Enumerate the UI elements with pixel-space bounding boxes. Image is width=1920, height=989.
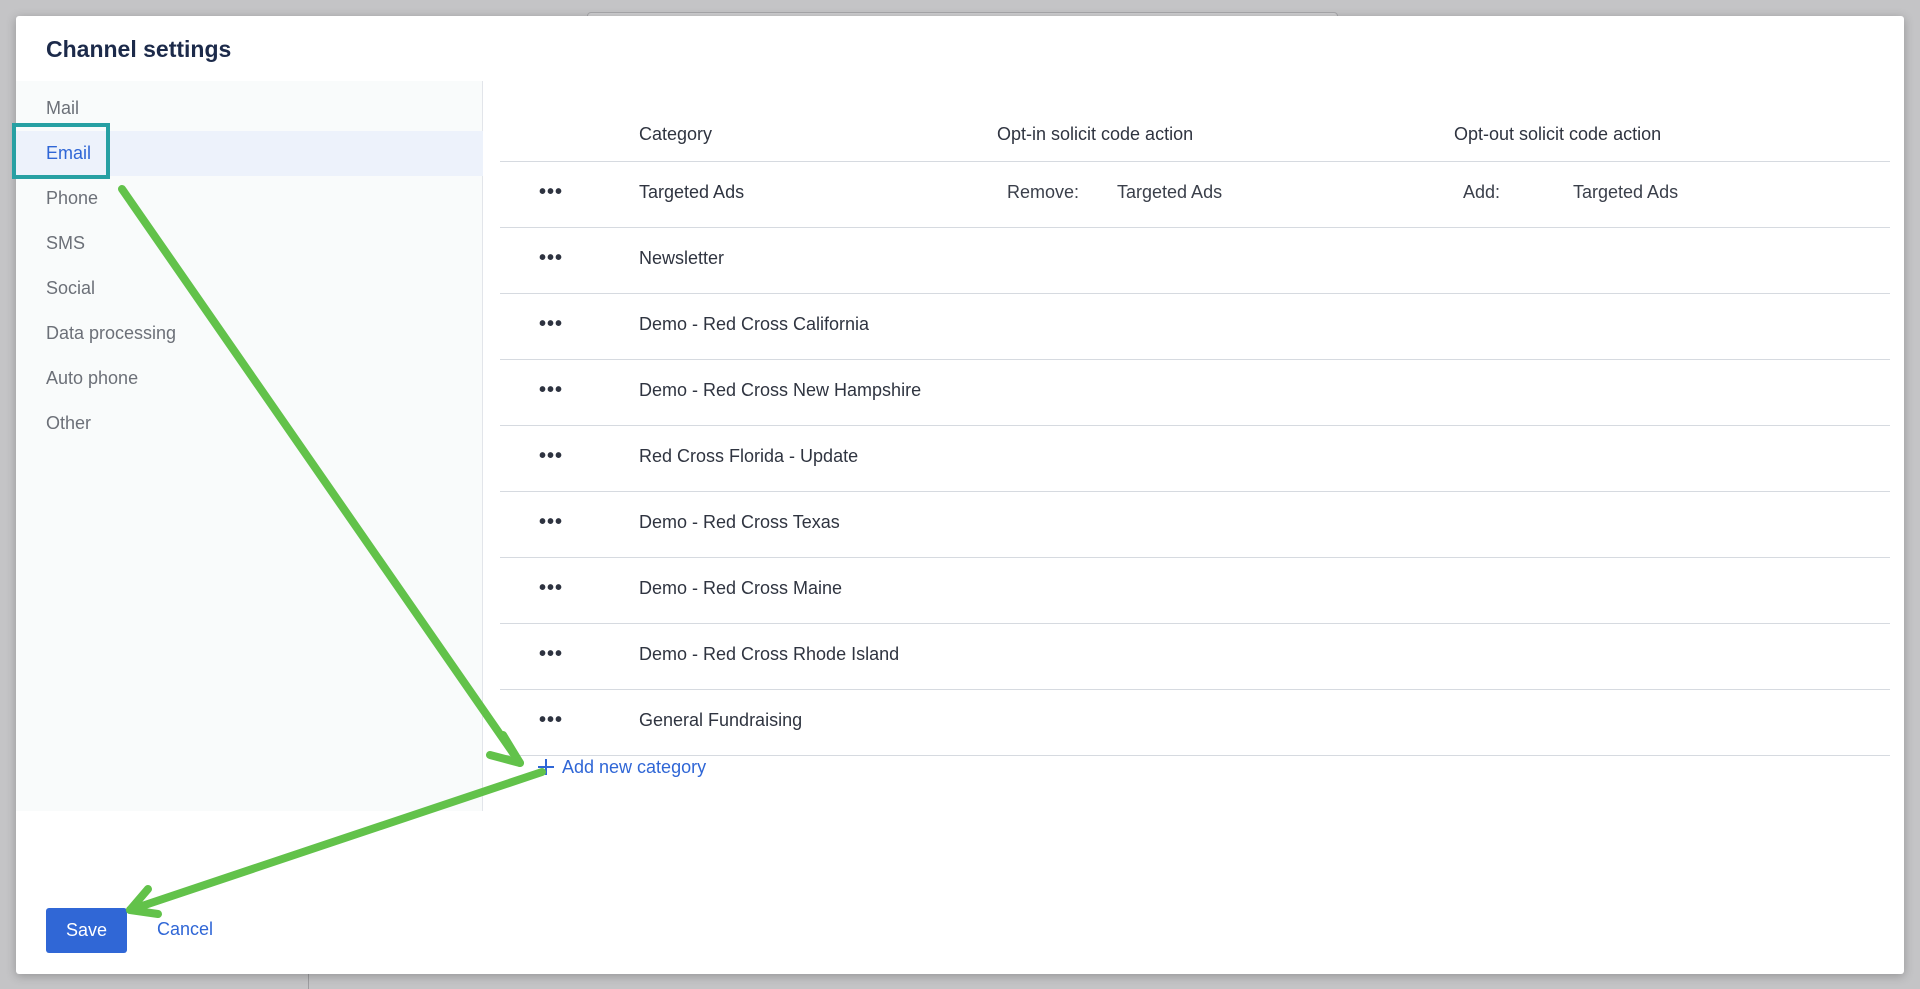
table-row: ••• Demo - Red Cross Maine bbox=[500, 558, 1890, 624]
add-new-category-link[interactable]: Add new category bbox=[538, 752, 706, 782]
sidebar-item-other[interactable]: Other bbox=[16, 401, 483, 446]
cancel-button[interactable]: Cancel bbox=[157, 919, 213, 940]
table-row: ••• Targeted Ads Remove: Targeted Ads Add: Ta… bbox=[500, 162, 1890, 228]
category-name: General Fundraising bbox=[639, 710, 803, 730]
sidebar-item-auto-phone[interactable]: Auto phone bbox=[16, 356, 483, 401]
channel-settings-dialog: Channel settings Mail Email Phone SMS So… bbox=[16, 16, 1904, 974]
row-menu-button[interactable]: ••• bbox=[533, 644, 569, 670]
channel-sidebar: Mail Email Phone SMS Social Data process… bbox=[16, 81, 483, 811]
column-header-optout: Opt-out solicit code action bbox=[1454, 124, 1662, 144]
table-row: ••• Demo - Red Cross Texas bbox=[500, 492, 1890, 558]
row-menu-button[interactable]: ••• bbox=[533, 710, 569, 736]
sidebar-item-phone[interactable]: Phone bbox=[16, 176, 483, 221]
category-name: Demo - Red Cross California bbox=[639, 314, 870, 334]
sidebar-item-social[interactable]: Social bbox=[16, 266, 483, 311]
sidebar-item-sms[interactable]: SMS bbox=[16, 221, 483, 266]
dialog-title: Channel settings bbox=[46, 36, 232, 62]
table-row: ••• Red Cross Florida - Update bbox=[500, 426, 1890, 492]
category-name: Demo - Red Cross New Hampshire bbox=[639, 380, 922, 400]
table-row: ••• Demo - Red Cross California bbox=[500, 294, 1890, 360]
row-menu-button[interactable]: ••• bbox=[533, 248, 569, 274]
row-menu-button[interactable]: ••• bbox=[533, 446, 569, 472]
optin-action-label: Remove: bbox=[1007, 182, 1080, 202]
plus-icon bbox=[538, 759, 554, 775]
row-menu-button[interactable]: ••• bbox=[533, 314, 569, 340]
table-row: ••• General Fundraising bbox=[500, 690, 1890, 756]
sidebar-item-data-processing[interactable]: Data processing bbox=[16, 311, 483, 356]
table-row: ••• Demo - Red Cross Rhode Island bbox=[500, 624, 1890, 690]
table-row: ••• Newsletter bbox=[500, 228, 1890, 294]
row-menu-button[interactable]: ••• bbox=[533, 182, 569, 208]
add-new-category-label: Add new category bbox=[562, 756, 707, 777]
row-menu-button[interactable]: ••• bbox=[533, 578, 569, 604]
table-row: ••• Demo - Red Cross New Hampshire bbox=[500, 360, 1890, 426]
category-name: Demo - Red Cross Maine bbox=[639, 578, 843, 598]
category-name: Red Cross Florida - Update bbox=[639, 446, 859, 466]
optin-action-value: Targeted Ads bbox=[1117, 182, 1223, 202]
background-divider bbox=[308, 973, 309, 989]
category-name: Demo - Red Cross Texas bbox=[639, 512, 840, 532]
column-header-optin: Opt-in solicit code action bbox=[997, 124, 1194, 144]
category-name: Newsletter bbox=[639, 248, 725, 268]
save-button[interactable]: Save bbox=[46, 908, 127, 953]
category-name: Targeted Ads bbox=[639, 182, 745, 202]
optout-action-value: Targeted Ads bbox=[1573, 182, 1679, 202]
row-menu-button[interactable]: ••• bbox=[533, 380, 569, 406]
row-menu-button[interactable]: ••• bbox=[533, 512, 569, 538]
column-header-category: Category bbox=[639, 124, 713, 144]
category-name: Demo - Red Cross Rhode Island bbox=[639, 644, 900, 664]
optout-action-label: Add: bbox=[1463, 182, 1501, 202]
focus-highlight-email bbox=[12, 123, 110, 179]
